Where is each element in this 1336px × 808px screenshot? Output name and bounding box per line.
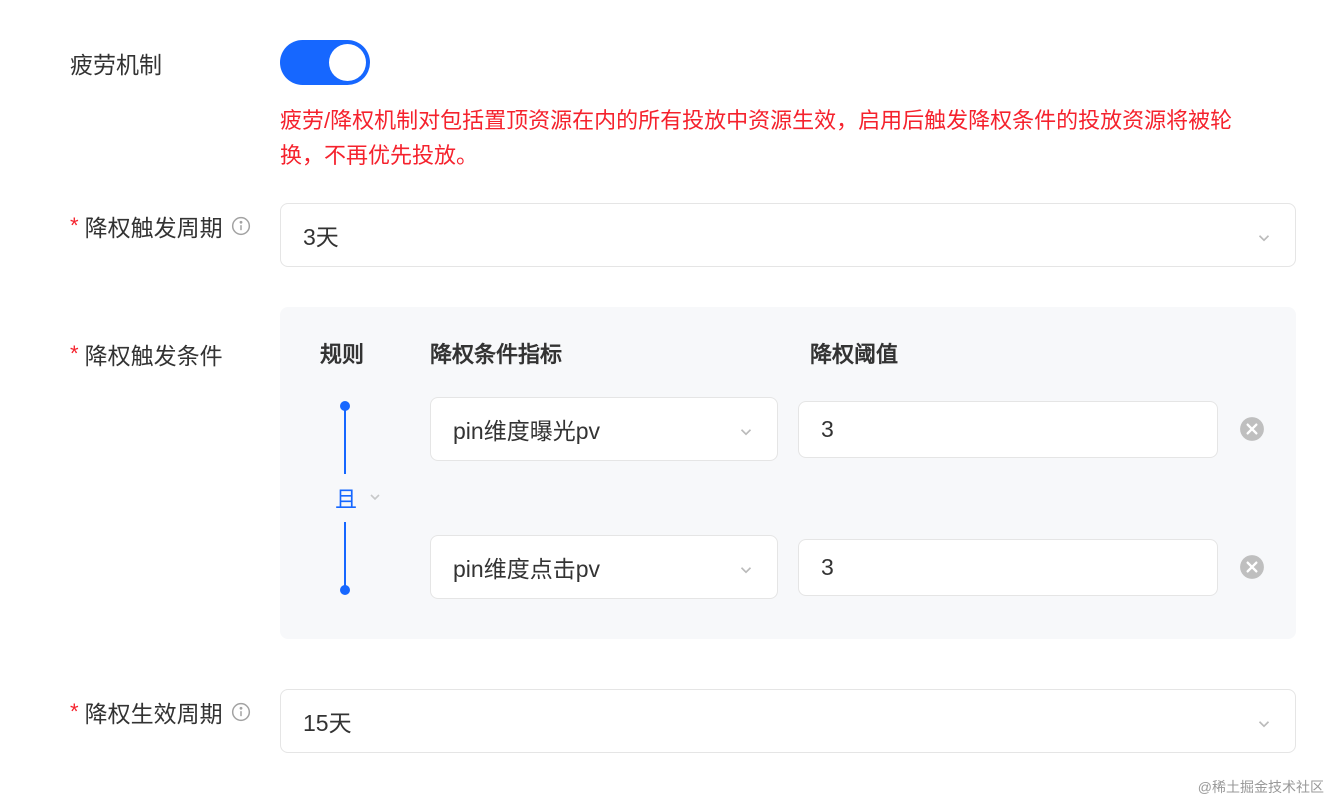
threshold-input[interactable]: 3 [798, 539, 1218, 596]
trigger-cycle-value: 3天 [303, 218, 339, 252]
condition-row: pin维度点击pv 3 [430, 535, 1266, 599]
chevron-down-icon [367, 485, 383, 511]
effect-cycle-label-text: 降权生效周期 [85, 695, 223, 729]
trigger-cycle-label: * 降权触发周期 [70, 203, 280, 243]
fatigue-warning: 疲劳/降权机制对包括置顶资源在内的所有投放中资源生效，启用后触发降权条件的投放资… [280, 103, 1296, 173]
trigger-cycle-select[interactable]: 3天 [280, 203, 1296, 267]
fatigue-toggle-row: 疲劳机制 [70, 40, 1296, 85]
required-mark: * [70, 213, 79, 239]
conditions-body: 且 pin维度曝光pv [320, 397, 1266, 599]
header-rule: 规则 [320, 337, 430, 369]
metric-select[interactable]: pin维度曝光pv [430, 397, 778, 461]
chevron-down-icon [1255, 226, 1273, 244]
trigger-cycle-label-text: 降权触发周期 [85, 209, 223, 243]
threshold-value: 3 [821, 416, 834, 442]
rule-operator-text: 且 [335, 482, 357, 514]
warning-row: - 疲劳/降权机制对包括置顶资源在内的所有投放中资源生效，启用后触发降权条件的投… [70, 85, 1296, 173]
effect-cycle-select[interactable]: 15天 [280, 689, 1296, 753]
trigger-conditions-label: * 降权触发条件 [70, 307, 280, 371]
rule-operator-select[interactable]: 且 [335, 474, 383, 522]
chevron-down-icon [1255, 712, 1273, 730]
condition-row: pin维度曝光pv 3 [430, 397, 1266, 461]
trigger-conditions-label-text: 降权触发条件 [85, 337, 223, 371]
effect-cycle-value: 15天 [303, 704, 352, 738]
chevron-down-icon [737, 420, 755, 438]
rows-column: pin维度曝光pv 3 [430, 397, 1266, 599]
required-mark: * [70, 699, 79, 725]
threshold-value: 3 [821, 554, 834, 580]
header-threshold: 降权阈值 [810, 337, 1266, 369]
trigger-conditions-row: * 降权触发条件 规则 降权条件指标 降权阈值 且 [70, 307, 1296, 639]
fatigue-label: 疲劳机制 [70, 46, 280, 80]
conditions-panel: 规则 降权条件指标 降权阈值 且 [280, 307, 1296, 639]
rule-dot-bottom [340, 585, 350, 595]
rule-column: 且 [320, 397, 430, 599]
conditions-header: 规则 降权条件指标 降权阈值 [320, 337, 1266, 369]
rule-dot-top [340, 401, 350, 411]
effect-cycle-row: * 降权生效周期 15天 [70, 689, 1296, 753]
toggle-knob [329, 44, 366, 81]
delete-row-button[interactable] [1238, 415, 1266, 443]
effect-cycle-label: * 降权生效周期 [70, 689, 280, 729]
delete-row-button[interactable] [1238, 553, 1266, 581]
fatigue-content [280, 40, 1296, 85]
info-icon[interactable] [231, 216, 251, 236]
info-icon[interactable] [231, 702, 251, 722]
chevron-down-icon [737, 558, 755, 576]
metric-select[interactable]: pin维度点击pv [430, 535, 778, 599]
attribution-text: @稀土掘金技术社区 [1198, 777, 1324, 797]
header-metric: 降权条件指标 [430, 337, 810, 369]
fatigue-toggle[interactable] [280, 40, 370, 85]
metric-value: pin维度曝光pv [453, 412, 600, 446]
required-mark: * [70, 341, 79, 367]
metric-value: pin维度点击pv [453, 550, 600, 584]
fatigue-label-text: 疲劳机制 [70, 46, 162, 80]
threshold-input[interactable]: 3 [798, 401, 1218, 458]
trigger-cycle-row: * 降权触发周期 3天 [70, 203, 1296, 267]
